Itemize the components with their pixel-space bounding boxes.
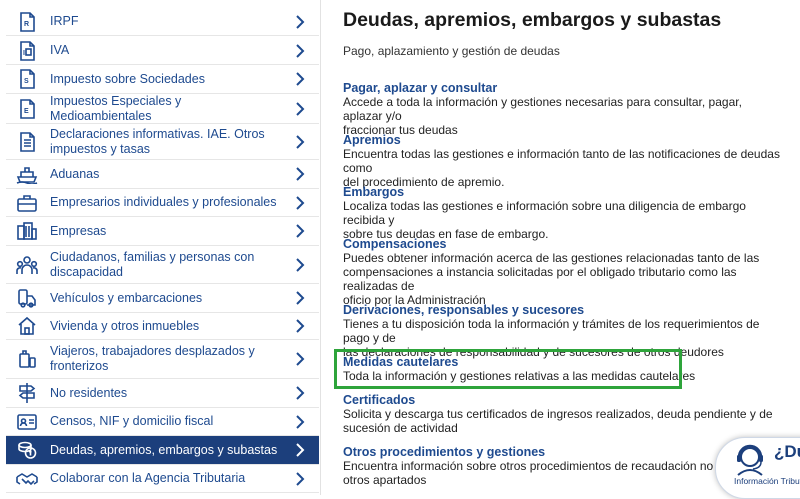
chevron-right-icon xyxy=(293,352,307,366)
section-description: compensaciones a instancia solicitadas p… xyxy=(343,265,737,293)
section-description: Encuentra todas las gestiones e informac… xyxy=(343,147,780,175)
chevron-right-icon xyxy=(293,134,307,149)
chevron-right-icon xyxy=(293,443,307,457)
building-icon xyxy=(16,220,38,242)
sidebar-item-label: Empresas xyxy=(50,223,107,238)
document-e-icon: E xyxy=(16,98,38,120)
section-description: Solicita y descarga tus certificados de … xyxy=(343,407,773,421)
section-link[interactable]: Pagar, aplazar y consultar xyxy=(343,81,783,95)
chevron-right-icon xyxy=(293,195,307,210)
page-title: Deudas, apremios, embargos y subastas xyxy=(343,9,722,31)
sidebar-item-label: Vehículos y embarcaciones xyxy=(50,290,203,305)
sidebar-item-label: Declaraciones informativas. IAE. Otros i… xyxy=(50,126,265,156)
help-title: ¿Du xyxy=(774,442,800,461)
chevron-right-icon xyxy=(293,257,307,272)
sidebar-item-label: Censos, NIF y domicilio fiscal xyxy=(50,414,214,428)
help-button[interactable]: ¿Du Información Tributa xyxy=(715,437,800,499)
section-link[interactable]: Apremios xyxy=(343,133,783,147)
sidebar-item[interactable]: Empresarios individuales y profesionales xyxy=(6,189,319,217)
chevron-right-icon xyxy=(293,43,307,58)
support-agent-icon xyxy=(737,444,763,476)
sidebar-item-label: Viajeros, trabajadores desplazados y fro… xyxy=(50,344,255,373)
chevron-right-icon xyxy=(293,414,307,429)
coins-icon xyxy=(16,439,38,461)
section: Apremios Encuentra todas las gestiones e … xyxy=(343,133,783,189)
people-icon xyxy=(16,254,38,276)
chevron-right-icon xyxy=(293,101,307,116)
sidebar-item[interactable]: Vivienda y otros inmuebles xyxy=(6,313,319,340)
help-subtitle: Información Tributa xyxy=(734,476,800,486)
handshake-icon xyxy=(16,468,38,490)
section-description: sucesión de actividad xyxy=(343,421,458,435)
chevron-right-icon xyxy=(293,224,307,238)
sidebar-item[interactable]: I IVA xyxy=(6,37,319,65)
car-icon xyxy=(16,287,38,309)
section: Pagar, aplazar y consultar Accede a toda … xyxy=(343,81,783,137)
svg-text:S: S xyxy=(24,78,29,85)
svg-text:R: R xyxy=(24,21,29,28)
sidebar-item-label: No residentes xyxy=(50,385,128,400)
sidebar-nav: R IRPF I IVA S Impuesto sobre Sociedades E Impu… xyxy=(0,0,321,495)
section-description: Localiza todas las gestiones e informaci… xyxy=(343,199,746,227)
document-list-icon xyxy=(16,131,38,153)
section-link[interactable]: Embargos xyxy=(343,185,783,199)
section-link[interactable]: Certificados xyxy=(343,393,783,407)
section: Embargos Localiza todas las gestiones e i… xyxy=(343,185,783,241)
house-icon xyxy=(16,315,38,337)
section-link[interactable]: Compensaciones xyxy=(343,237,783,251)
sidebar-item[interactable]: No residentes xyxy=(6,379,319,408)
svg-text:E: E xyxy=(24,108,29,115)
chevron-right-icon xyxy=(293,72,307,86)
section-description: Accede a toda la información y gestiones… xyxy=(343,95,742,123)
section-description: Puedes obtener información acerca de las… xyxy=(343,251,760,265)
document-s-icon: S xyxy=(16,68,38,90)
sidebar-item[interactable]: S Impuesto sobre Sociedades xyxy=(6,65,319,94)
sidebar-item[interactable]: Colaborar con la Agencia Tributaria xyxy=(6,465,319,493)
sidebar-item-label: Colaborar con la Agencia Tributaria xyxy=(50,471,246,485)
chevron-right-icon xyxy=(293,471,307,486)
chevron-right-icon xyxy=(293,291,307,305)
id-card-icon xyxy=(16,411,38,433)
document-iva-icon: I xyxy=(16,40,38,62)
section-link[interactable]: Derivaciones, responsables y sucesores xyxy=(343,303,783,317)
chevron-right-icon xyxy=(293,14,307,29)
sidebar-item-label: Aduanas xyxy=(50,166,100,181)
chevron-right-icon xyxy=(293,386,307,400)
section: Compensaciones Puedes obtener información… xyxy=(343,237,783,307)
sidebar-item-label: Ciudadanos, familias y personas con disc… xyxy=(50,249,255,279)
document-r-icon: R xyxy=(16,11,38,33)
sidebar-item[interactable]: Declaraciones informativas. IAE. Otros i… xyxy=(6,124,319,160)
page-subtitle: Pago, aplazamiento y gestión de deudas xyxy=(343,44,560,58)
section-description: Tienes a tu disposición toda la informac… xyxy=(343,317,760,345)
sidebar-item[interactable]: Viajeros, trabajadores desplazados y fro… xyxy=(6,340,319,379)
sidebar-item-label: Vivienda y otros inmuebles xyxy=(50,318,200,333)
sidebar-item-label: Impuesto sobre Sociedades xyxy=(50,71,205,86)
svg-text:I: I xyxy=(23,50,25,57)
sidebar-item-label: Impuestos Especiales y Medioambientales xyxy=(50,93,182,123)
sidebar-item[interactable]: Deudas, apremios, embargos y subastas xyxy=(6,436,319,465)
chevron-right-icon xyxy=(293,167,307,181)
sidebar-item[interactable]: Ciudadanos, familias y personas con disc… xyxy=(6,246,319,284)
sidebar-item[interactable]: E Impuestos Especiales y Medioambientales xyxy=(6,94,319,124)
sidebar-item[interactable]: Aduanas xyxy=(6,160,319,189)
sidebar-item[interactable]: R IRPF xyxy=(6,8,319,36)
ship-icon xyxy=(16,163,38,185)
highlight-box xyxy=(334,349,682,389)
sidebar-item-label: Empresarios individuales y profesionales xyxy=(50,195,277,209)
sidebar-item[interactable]: Empresas xyxy=(6,217,319,246)
briefcase-icon xyxy=(16,192,38,214)
sidebar-item-label: IVA xyxy=(50,43,70,57)
sidebar-item-label: IRPF xyxy=(50,14,79,28)
sidebar-item[interactable]: Censos, NIF y domicilio fiscal xyxy=(6,408,319,436)
signpost-icon xyxy=(16,382,38,404)
sidebar-item-label: Deudas, apremios, embargos y subastas xyxy=(50,442,278,457)
luggage-icon xyxy=(16,348,38,370)
chevron-right-icon xyxy=(293,319,307,333)
section: Certificados Solicita y descarga tus cert… xyxy=(343,393,783,435)
sidebar-item[interactable]: Vehículos y embarcaciones xyxy=(6,284,319,313)
